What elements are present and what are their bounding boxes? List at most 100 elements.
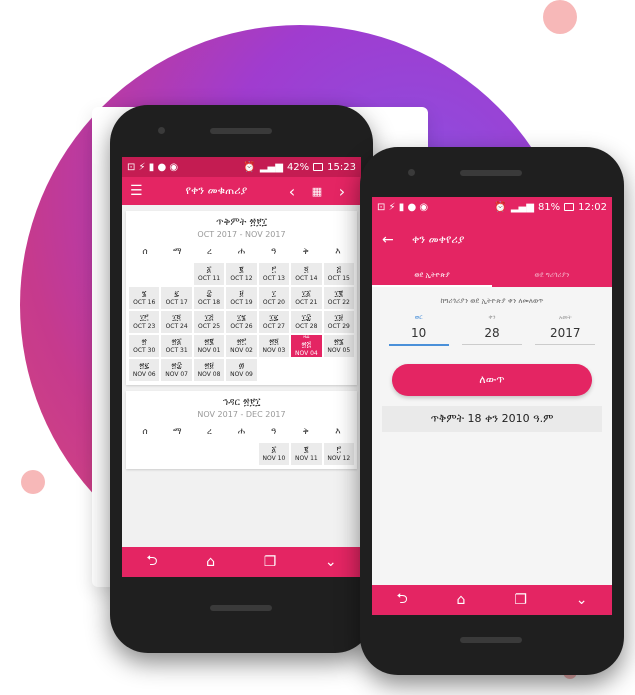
day-cell[interactable]: ፱ OCT 19 [226,287,257,309]
year-field-label: አመት [558,314,572,321]
month-field-label: ወር [414,314,423,321]
speaker [210,128,272,134]
day-cell[interactable]: ፩ OCT 11 [193,263,225,285]
weekday-label: ሐ [237,427,246,437]
weekday-label: ዓ [270,427,277,437]
ethiopian-day: ፳፰ [171,361,182,370]
back-nav-icon[interactable]: ⮌ [146,550,157,574]
ethiopian-day: ፪ [239,265,244,274]
day-cell[interactable]: ፲ OCT 20 [258,287,290,309]
recents-nav-icon[interactable]: ❐ [264,554,277,570]
day-cell[interactable]: ፳ OCT 30 [129,335,160,357]
hide-nav-icon[interactable]: ⌄ [325,554,337,570]
day-cell[interactable]: ፪ NOV 11 [291,443,322,465]
day-cell[interactable]: ፲፭ OCT 25 [193,311,225,333]
tab-bar: ወደ ኢትዮጵያ ወደ ግሪጎሪያን [372,263,612,287]
day-cell[interactable]: ፳፯ NOV 06 [129,359,160,381]
day-cell[interactable]: ፳፪ NOV 01 [193,335,225,357]
ethiopian-day: ፮ [141,289,147,298]
day-cell[interactable]: ፳፫ NOV 02 [226,335,257,357]
gregorian-date: OCT 19 [230,299,253,306]
gregorian-date: OCT 31 [165,347,188,354]
day-cell[interactable]: ፳፱ NOV 08 [193,359,225,381]
hide-nav-icon[interactable]: ⌄ [576,592,588,608]
ethiopian-day: ፫ [271,265,277,274]
ethiopian-day: ፪ [304,445,309,454]
speaker [460,637,522,643]
month-field-value[interactable]: 10 [388,326,449,346]
day-cell[interactable]: ፲፬ OCT 24 [161,311,192,333]
month-field[interactable]: ወር 10 [388,314,449,346]
gregorian-date: OCT 16 [133,299,156,306]
battery-label: 42% [286,161,310,173]
back-nav-icon[interactable]: ⮌ [396,588,407,612]
ethiopian-day: ፳፮ [333,337,344,346]
tab-to-gregorian[interactable]: ወደ ግሪጎሪያን [492,263,612,287]
menu-icon[interactable]: ☰ [130,183,152,199]
day-cell[interactable]: ፲፫ OCT 23 [129,311,160,333]
speaker [460,170,522,176]
weekday-label: እ [335,427,341,437]
recents-nav-icon[interactable]: ❐ [514,592,527,608]
month-title: ጥቅምት ፳፻፲ [216,217,267,228]
year-field-value[interactable]: 2017 [535,326,596,345]
day-cell[interactable]: ፳፮ NOV 05 [323,335,354,357]
gregorian-date: NOV 08 [197,371,221,378]
tab-to-ethiopian[interactable]: ወደ ኢትዮጵያ [372,263,492,287]
gregorian-date: NOV 10 [262,455,286,462]
gregorian-date: OCT 27 [262,323,285,330]
day-cell[interactable]: ፮ OCT 16 [129,287,160,309]
day-cell[interactable]: ፩ NOV 10 [258,443,290,465]
day-cell[interactable]: ፲፰ OCT 28 [291,311,322,333]
gregorian-date: OCT 25 [198,323,221,330]
day-cell[interactable]: ፪ OCT 12 [226,263,257,285]
ethiopian-day: ፳፯ [139,361,150,370]
clock: 12:02 [578,201,607,213]
day-cell[interactable]: ፴ NOV 09 [226,359,257,381]
day-cell[interactable]: ፫ OCT 13 [258,263,290,285]
calendar-screen: ⊡ ⚡ ▮ ● ◉ ⏰ ▂▄▆ 42% 15:23 ☰ የቀን መቁጠሪያ ‹ ▦ ›… [122,157,361,577]
weekday-label: ረ [206,427,212,437]
day-cell[interactable]: ፬ OCT 14 [291,263,322,285]
day-cell[interactable]: ፳፰ NOV 07 [161,359,192,381]
day-cell[interactable]: ፲፱ OCT 29 [323,311,354,333]
day-field-value[interactable]: 28 [461,326,522,345]
day-cell[interactable]: ፲፯ OCT 27 [258,311,290,333]
month-card: ኅዳር ፳፻፲ NOV 2017 - DEC 2017 ሰማረሐዓቅእ ፩ NOV… [126,391,357,469]
day-cell[interactable]: ፲፪ OCT 22 [323,287,354,309]
gregorian-date: OCT 24 [165,323,188,330]
day-cell[interactable]: ፲፩ OCT 21 [291,287,322,309]
today-cell[interactable]: ዛሬ ፳፭ NOV 04 [291,335,322,357]
status-icons: ⊡ ⚡ ▮ ● ◉ [377,201,429,213]
gregorian-date: OCT 23 [133,323,156,330]
gregorian-date: OCT 11 [198,275,221,282]
day-cell[interactable]: ፰ OCT 18 [193,287,225,309]
day-cell[interactable]: ፫ NOV 12 [323,443,354,465]
convert-button[interactable]: ለውጥ [392,364,592,396]
ethiopian-day: ፲፩ [301,289,311,298]
day-cell[interactable]: ፳፩ OCT 31 [161,335,192,357]
conversion-result: ጥቅምት 18 ቀን 2010 ዓ.ም [382,406,602,432]
home-nav-icon[interactable]: ⌂ [206,554,215,570]
camera [158,127,165,134]
day-cell[interactable]: ፭ OCT 15 [323,263,354,285]
ethiopian-day: ፭ [336,265,342,274]
weekday-label: ማ [172,247,182,257]
gregorian-date: OCT 21 [295,299,318,306]
next-month-button[interactable]: › [331,182,353,201]
prev-month-button[interactable]: ‹ [281,182,303,201]
gregorian-date: NOV 09 [230,371,253,378]
empty-day-cell [161,443,192,465]
year-field[interactable]: አመት 2017 [535,314,596,346]
day-cell[interactable]: ፲፮ OCT 26 [226,311,257,333]
calendar-icon[interactable]: ▦ [303,185,331,198]
camera [408,169,415,176]
ethiopian-day: ፬ [304,265,309,274]
back-button[interactable]: ← [382,232,412,248]
home-nav-icon[interactable]: ⌂ [457,592,466,608]
day-field[interactable]: ቀን 28 [461,314,522,346]
day-cell[interactable]: ፳፬ NOV 03 [258,335,290,357]
ethiopian-day: ፲፯ [269,313,279,322]
day-cell[interactable]: ፯ OCT 17 [161,287,192,309]
day-field-label: ቀን [488,314,496,321]
